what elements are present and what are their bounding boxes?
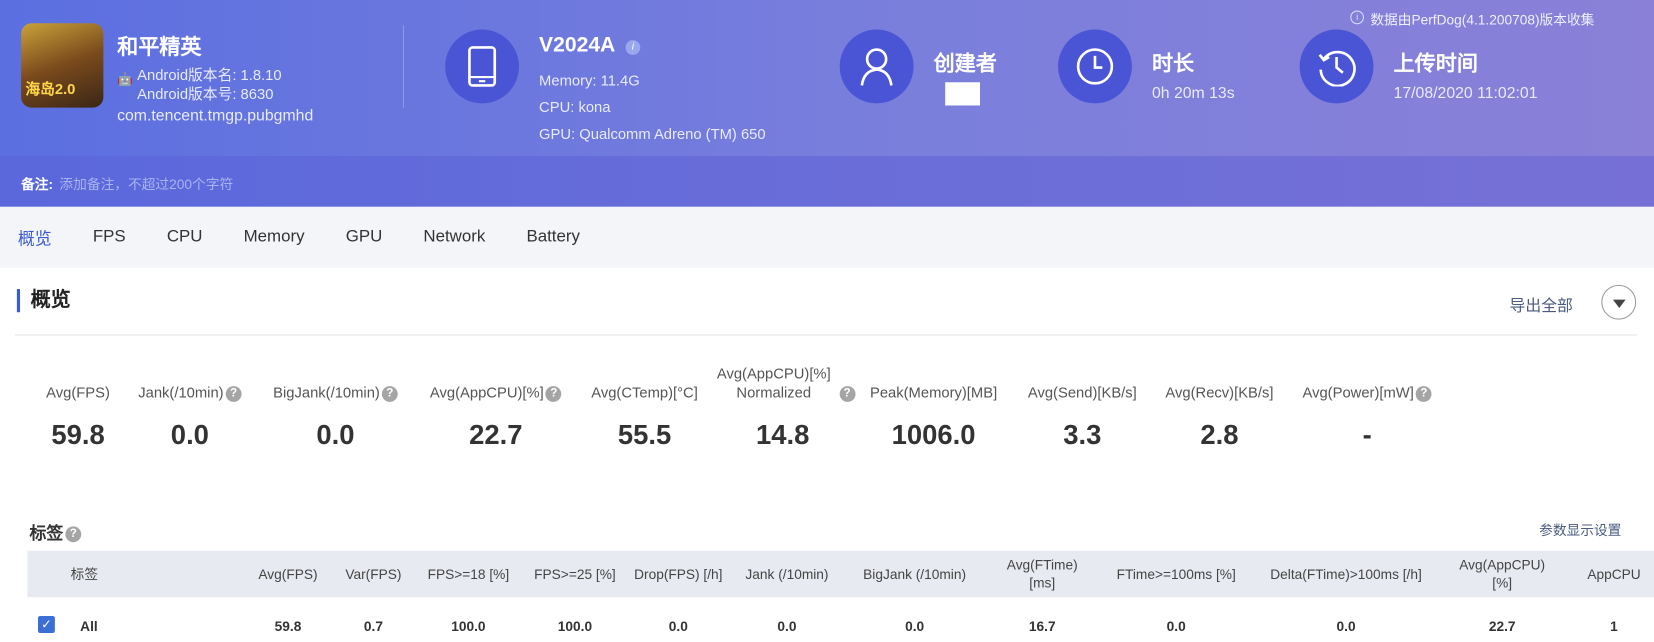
device-memory: Memory: 11.4G xyxy=(539,71,640,89)
upload-value: 17/08/2020 11:02:01 xyxy=(1393,84,1538,103)
column-header[interactable]: FTime>=100ms [%] xyxy=(1117,556,1236,592)
device-gpu: GPU: Qualcomm Adreno (TM) 650 xyxy=(539,125,766,143)
column-header[interactable]: Avg(AppCPU) [%] xyxy=(1455,556,1550,592)
column-header[interactable]: Delta(FTime)>100ms [/h] xyxy=(1270,556,1422,592)
device-cpu: CPU: kona xyxy=(539,98,611,115)
app-icon: 海岛2.0 xyxy=(21,23,104,108)
duration-label: 时长 xyxy=(1151,52,1195,76)
phone-icon xyxy=(445,29,520,104)
help-icon[interactable]: ? xyxy=(65,526,82,543)
version-name: Android版本名: 1.8.10 xyxy=(137,66,282,84)
source-note: 数据由PerfDog(4.1.200708)版本收集 xyxy=(1370,11,1595,28)
tab-network[interactable]: Network xyxy=(423,228,485,247)
section-title: 概览 xyxy=(16,289,71,313)
note-bar: 备注: 添加备注，不超过200个字符 xyxy=(0,156,1654,207)
collapse-button[interactable] xyxy=(1601,284,1637,320)
table-cell: 0.0 xyxy=(1336,618,1356,634)
row-checkbox[interactable]: ✓ xyxy=(37,616,55,633)
table-cell: All xyxy=(80,618,98,634)
device-model: V2024A xyxy=(539,33,616,57)
metric-value: - xyxy=(1362,418,1372,451)
tab-battery[interactable]: Battery xyxy=(526,228,579,247)
column-header[interactable]: Avg(FPS) xyxy=(258,556,317,592)
android-icon: 🤖 xyxy=(117,71,133,87)
table-cell: 0.7 xyxy=(363,618,383,634)
user-icon xyxy=(839,29,914,104)
table-cell: 0.0 xyxy=(905,618,925,634)
help-icon[interactable]: ? xyxy=(381,386,398,402)
export-all-link[interactable]: 导出全部 xyxy=(1510,294,1573,316)
param-settings-link[interactable]: 参数显示设置 xyxy=(1539,519,1621,539)
note-label: 备注: xyxy=(21,176,54,192)
help-icon[interactable]: ? xyxy=(1415,386,1432,402)
creator-redacted xyxy=(945,82,981,106)
tab-overview[interactable]: 概览 xyxy=(18,225,52,250)
clock-icon xyxy=(1058,29,1132,104)
table-cell: 0.0 xyxy=(777,618,797,634)
table-cell: 59.8 xyxy=(274,618,302,634)
info-icon: i xyxy=(1350,10,1364,25)
column-header[interactable]: BigJank (/10min) xyxy=(863,556,966,592)
metric-label: Avg(Power)[mW]? xyxy=(1272,364,1462,402)
column-header[interactable]: FPS>=18 [%] xyxy=(428,556,510,592)
divider xyxy=(402,25,405,108)
tab-gpu[interactable]: GPU xyxy=(346,228,383,247)
upload-label: 上传时间 xyxy=(1393,52,1478,76)
divider xyxy=(14,334,1638,336)
history-icon xyxy=(1299,29,1374,104)
table-header: 标签 Avg(FPS) Var(FPS) FPS>=18 [%] FPS>=25 [%]… xyxy=(27,550,1654,598)
help-icon[interactable]: ? xyxy=(225,386,242,402)
column-header[interactable]: Drop(FPS) [/h] xyxy=(631,556,726,592)
column-header[interactable]: AppCPU xyxy=(1587,556,1640,592)
app-name: 和平精英 xyxy=(117,35,202,60)
table-cell: 16.7 xyxy=(1028,618,1056,634)
duration-value: 0h 20m 13s xyxy=(1151,84,1235,103)
column-header[interactable]: FPS>=25 [%] xyxy=(534,556,616,592)
tab-bar: 概览 FPS CPU Memory GPU Network Battery xyxy=(0,206,1654,268)
table-cell: 0.0 xyxy=(1166,618,1186,634)
note-input[interactable]: 添加备注，不超过200个字符 xyxy=(59,176,233,192)
caret-down-icon xyxy=(1612,299,1626,309)
tab-fps[interactable]: FPS xyxy=(93,228,126,247)
column-header[interactable]: Avg(FTime) [ms] xyxy=(995,556,1090,592)
report-header: 海岛2.0 和平精英 🤖 Android版本名: 1.8.10 Android版… xyxy=(0,0,1654,207)
tags-title: 标签? xyxy=(30,519,82,544)
table-cell: 100.0 xyxy=(557,618,593,634)
package-name: com.tencent.tmgp.pubgmhd xyxy=(117,106,314,125)
table-cell: 1 xyxy=(1610,618,1618,634)
table-cell: 22.7 xyxy=(1488,618,1516,634)
info-icon[interactable]: i xyxy=(625,40,641,55)
metric-card: Avg(Power)[mW]? - xyxy=(1272,364,1462,452)
column-header[interactable]: Jank (/10min) xyxy=(745,556,828,592)
table-cell: 0.0 xyxy=(668,618,688,634)
creator-label: 创建者 xyxy=(933,52,997,76)
column-header[interactable]: 标签 xyxy=(71,556,98,592)
column-header[interactable]: Var(FPS) xyxy=(345,556,401,592)
table-cell: 100.0 xyxy=(451,618,486,634)
tab-memory[interactable]: Memory xyxy=(244,228,305,247)
version-code: Android版本号: 8630 xyxy=(137,85,274,103)
tab-cpu[interactable]: CPU xyxy=(167,228,203,247)
